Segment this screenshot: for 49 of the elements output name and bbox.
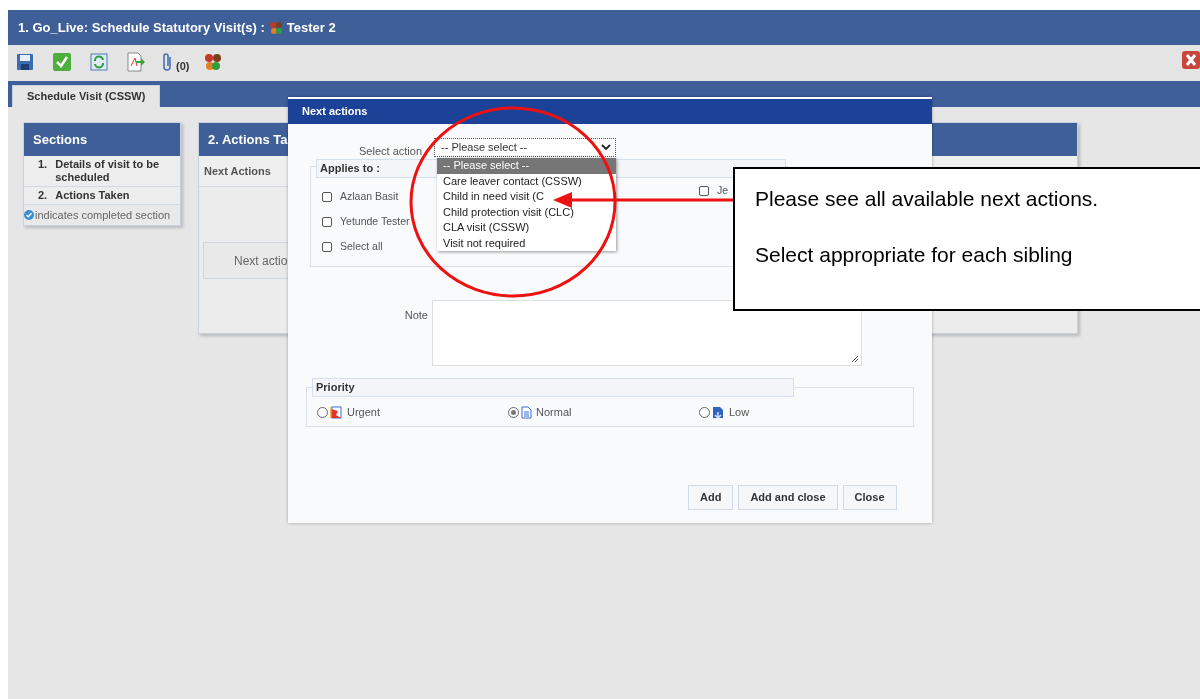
checkbox[interactable] — [322, 241, 332, 252]
dialog-button[interactable]: Add and close — [738, 485, 838, 510]
radio-label: Low — [729, 405, 750, 420]
checkbox[interactable] — [322, 191, 332, 202]
attachment-count: (0) — [176, 58, 190, 74]
legend-text: indicates completed section — [24, 208, 171, 222]
chevron-icon — [601, 144, 611, 151]
checkbox[interactable] — [322, 216, 332, 227]
panel-header: Sections — [24, 123, 180, 156]
dialog-title: Next actions — [288, 99, 932, 124]
action-select[interactable]: -- Please select -- — [434, 138, 616, 157]
callout-text: Please see all available next actions. — [755, 186, 1100, 212]
dialog-button[interactable]: Add — [688, 485, 734, 510]
close-icon[interactable] — [1182, 50, 1200, 70]
checkbox[interactable] — [699, 185, 709, 196]
save-icon[interactable] — [16, 53, 34, 71]
field-label: Select action — [359, 145, 422, 157]
completed-check-icon — [24, 210, 34, 221]
radio-label: Normal — [536, 405, 572, 420]
dialog-button[interactable]: Close — [842, 485, 897, 510]
note-field[interactable] — [432, 300, 862, 366]
radio-label: Urgent — [347, 405, 381, 420]
radio-button[interactable] — [699, 406, 710, 418]
section-link[interactable]: Actions Taken — [55, 189, 130, 202]
callout-text: Select appropriate for each sibling — [755, 242, 1074, 268]
document-icon — [521, 405, 532, 419]
group-title: Priority — [312, 378, 794, 397]
colored-dots-icon[interactable] — [203, 52, 224, 72]
checkbox-label: Yetunde Tester — [340, 213, 410, 229]
resize-handle-icon[interactable] — [851, 355, 859, 363]
document-export-icon[interactable] — [126, 52, 146, 72]
item-number: 2. — [38, 189, 48, 202]
section-link[interactable]: Details of visit to be scheduled — [55, 158, 176, 184]
check-icon[interactable] — [52, 52, 72, 72]
window-subject: Tester 2 — [286, 18, 336, 37]
dropdown-option[interactable]: -- Please select -- — [437, 158, 616, 174]
flag-icon — [330, 405, 343, 419]
refresh-icon[interactable] — [90, 53, 108, 71]
item-number: 1. — [38, 158, 48, 172]
radio-button[interactable] — [317, 406, 328, 418]
colored-dots-icon — [268, 20, 283, 35]
window-title: 1. Go_Live: Schedule Statutory Visit(s) : — [18, 18, 265, 37]
document-arrow-icon — [712, 405, 725, 419]
field-label: Note — [404, 309, 428, 321]
dropdown-option[interactable]: CLA visit (CSSW) — [437, 220, 616, 236]
radio-button[interactable] — [508, 406, 519, 418]
checkbox-label: Azlaan Basit — [340, 188, 399, 204]
paperclip-icon[interactable] — [160, 51, 174, 73]
tab[interactable]: Schedule Visit (CSSW) — [12, 85, 161, 107]
